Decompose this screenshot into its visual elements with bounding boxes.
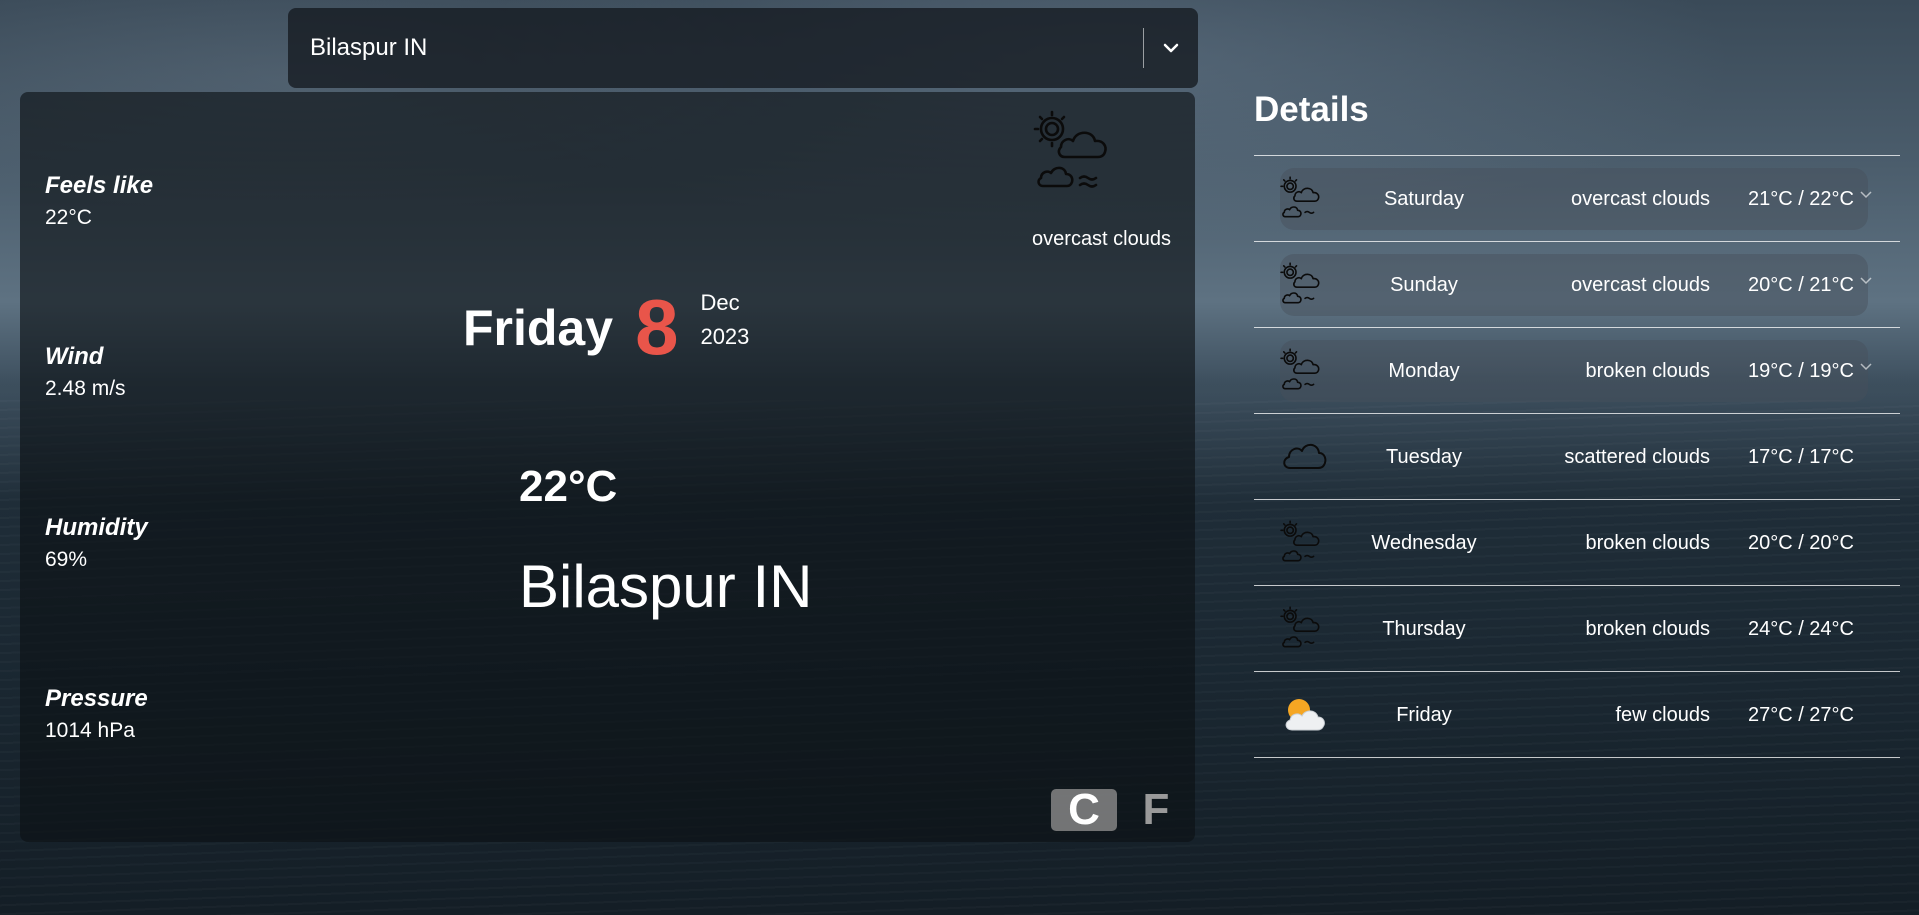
stat-wind: Wind 2.48 m/s bbox=[45, 343, 126, 401]
unit-fahrenheit-button[interactable]: F bbox=[1136, 788, 1176, 832]
forecast-temps: 20°C / 20°C bbox=[1747, 532, 1854, 554]
stat-value: 22°C bbox=[45, 206, 92, 229]
chevron-down-icon[interactable] bbox=[1860, 277, 1872, 285]
forecast-temps: 20°C / 21°C bbox=[1747, 274, 1854, 296]
forecast-row[interactable]: Wednesday broken clouds 20°C / 20°C bbox=[1254, 500, 1900, 586]
forecast-temps: 17°C / 17°C bbox=[1747, 446, 1854, 468]
current-temperature: 22°C bbox=[519, 462, 618, 511]
date-year: 2023 bbox=[700, 323, 750, 349]
stat-value: 2.48 m/s bbox=[45, 377, 126, 400]
current-city: Bilaspur IN bbox=[519, 553, 813, 620]
stat-label: Humidity bbox=[45, 514, 148, 541]
city-select-value: Bilaspur IN bbox=[310, 34, 428, 61]
chevron-down-icon bbox=[1163, 43, 1179, 53]
forecast-list: Saturday overcast clouds 21°C / 22°C Sun… bbox=[1254, 155, 1900, 758]
forecast-day: Friday bbox=[1396, 704, 1452, 726]
cloud-sun-icon bbox=[1280, 174, 1328, 227]
stat-value: 69% bbox=[45, 548, 88, 571]
forecast-day: Tuesday bbox=[1386, 446, 1462, 468]
chevron-down-icon[interactable] bbox=[1860, 191, 1872, 199]
forecast-day: Saturday bbox=[1383, 188, 1465, 210]
stat-label: Feels like bbox=[45, 172, 154, 199]
forecast-day: Wednesday bbox=[1371, 532, 1477, 554]
cloud-sun-icon bbox=[1280, 260, 1328, 313]
forecast-temps: 27°C / 27°C bbox=[1747, 704, 1854, 726]
forecast-day: Sunday bbox=[1390, 274, 1458, 296]
sun-behind-cloud-icon bbox=[1280, 690, 1328, 743]
forecast-row[interactable]: Tuesday scattered clouds 17°C / 17°C bbox=[1254, 414, 1900, 500]
stat-pressure: Pressure 1014 hPa bbox=[45, 685, 148, 743]
forecast-description: broken clouds bbox=[1585, 532, 1710, 554]
cloud-icon bbox=[1280, 432, 1328, 485]
stat-label: Wind bbox=[45, 343, 104, 370]
date-month-year: Dec 2023 bbox=[700, 286, 749, 354]
city-select[interactable]: Bilaspur IN bbox=[288, 8, 1198, 88]
stat-feels-like: Feels like 22°C bbox=[45, 172, 153, 230]
stat-humidity: Humidity 69% bbox=[45, 514, 148, 572]
current-weather-card: Feels like 22°C Wind 2.48 m/s Humidity 6… bbox=[20, 92, 1195, 842]
forecast-row[interactable]: Thursday broken clouds 24°C / 24°C bbox=[1254, 586, 1900, 672]
forecast-temps: 24°C / 24°C bbox=[1747, 618, 1854, 640]
forecast-row[interactable]: Friday few clouds 27°C / 27°C bbox=[1254, 672, 1900, 758]
forecast-row[interactable]: Monday broken clouds 19°C / 19°C bbox=[1254, 328, 1900, 414]
cloud-sun-icon bbox=[1280, 346, 1328, 399]
forecast-row[interactable]: Sunday overcast clouds 20°C / 21°C bbox=[1254, 242, 1900, 328]
date-month: Dec bbox=[700, 289, 740, 315]
details-title: Details bbox=[1254, 90, 1369, 129]
cloud-sun-icon bbox=[1033, 110, 1123, 197]
forecast-temps: 21°C / 22°C bbox=[1747, 188, 1854, 210]
cloud-sun-icon bbox=[1280, 518, 1328, 571]
forecast-temps: 19°C / 19°C bbox=[1747, 360, 1854, 382]
forecast-description: few clouds bbox=[1615, 704, 1711, 726]
current-description: overcast clouds bbox=[1032, 228, 1171, 250]
forecast-description: overcast clouds bbox=[1571, 274, 1710, 296]
date-day: Friday bbox=[463, 299, 614, 356]
forecast-day: Monday bbox=[1388, 360, 1460, 382]
forecast-description: scattered clouds bbox=[1564, 446, 1710, 468]
forecast-day: Thursday bbox=[1382, 618, 1466, 640]
forecast-row[interactable]: Saturday overcast clouds 21°C / 22°C bbox=[1254, 156, 1900, 242]
cloud-sun-icon bbox=[1280, 604, 1328, 657]
stat-label: Pressure bbox=[45, 685, 148, 712]
city-select-toggle[interactable] bbox=[1144, 8, 1198, 88]
unit-celsius-button[interactable]: C bbox=[1051, 788, 1117, 832]
stat-value: 1014 hPa bbox=[45, 719, 135, 742]
forecast-description: overcast clouds bbox=[1571, 188, 1710, 210]
chevron-down-icon[interactable] bbox=[1860, 363, 1872, 371]
current-date: Friday 8 Dec 2023 bbox=[463, 282, 749, 373]
forecast-description: broken clouds bbox=[1585, 618, 1710, 640]
forecast-description: broken clouds bbox=[1585, 360, 1710, 382]
date-number: 8 bbox=[635, 283, 679, 371]
